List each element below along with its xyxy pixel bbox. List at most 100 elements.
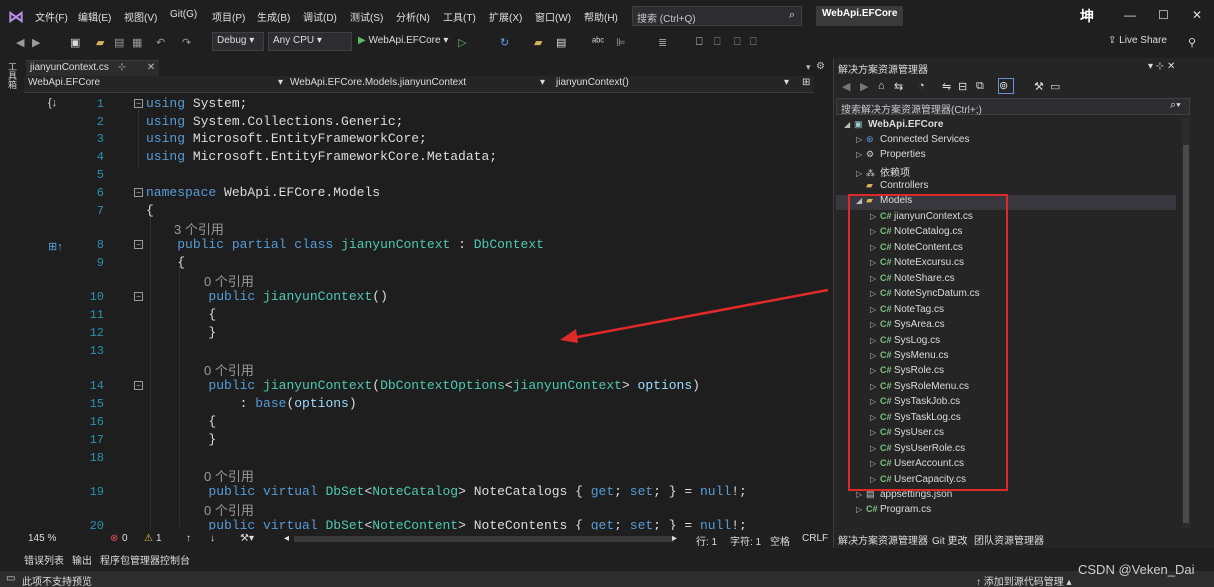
menu-view[interactable]: 视图(V) xyxy=(124,9,157,24)
start-debugging-button[interactable]: ▶ WebApi.EFCore ▾ xyxy=(358,35,448,46)
avatar[interactable]: 坤 xyxy=(1080,6,1094,26)
nav-down-icon[interactable]: ↓ xyxy=(210,533,215,544)
tree-controllers[interactable]: ▰ Controllers xyxy=(856,180,928,195)
collapse-all-icon[interactable]: ⊟ xyxy=(958,80,967,93)
home-icon[interactable]: ⌂ xyxy=(878,80,885,92)
bookmark-clear-icon[interactable]: ⎕ xyxy=(750,36,757,49)
tree-properties[interactable]: ▷ ⚙ Properties xyxy=(856,149,926,164)
undo-icon[interactable]: ↶ xyxy=(156,36,165,49)
close-tab-icon[interactable]: ✕ xyxy=(147,62,155,73)
forward-icon[interactable]: ▶ xyxy=(860,80,868,93)
minimize-icon[interactable]: — xyxy=(1124,8,1136,22)
live-share-button[interactable]: ⇪ Live Share xyxy=(1108,35,1167,46)
save-icon[interactable]: ▤ xyxy=(114,36,124,49)
collapse-icon[interactable]: − xyxy=(134,240,143,249)
panel-menu-icon[interactable]: ▾ ⊹ ✕ xyxy=(1148,61,1175,72)
redo-icon[interactable]: ↷ xyxy=(182,36,191,49)
error-count[interactable]: 0 xyxy=(122,533,128,544)
start-without-debugging-icon[interactable]: ▷ xyxy=(458,36,466,49)
configuration-select[interactable]: Debug ▾ xyxy=(212,32,264,51)
type-nav-select[interactable]: WebApi.EFCore.Models.jianyunContext ▾ xyxy=(290,77,552,92)
tab-output[interactable]: 输出 xyxy=(72,552,92,567)
tree-connected-services[interactable]: ▷ ⊛ Connected Services xyxy=(856,134,970,149)
scrollbar-thumb[interactable] xyxy=(1183,145,1189,523)
settings-icon[interactable]: ⚙ xyxy=(816,61,825,72)
menu-git[interactable]: Git(G) xyxy=(170,9,197,20)
new-item-icon[interactable]: ▣ xyxy=(70,36,80,49)
collapse-icon[interactable]: − xyxy=(134,292,143,301)
menu-debug[interactable]: 调试(D) xyxy=(303,9,337,24)
collapse-icon[interactable]: − xyxy=(134,99,143,108)
switch-views-icon[interactable]: ⇆ xyxy=(894,80,903,93)
collapse-icon[interactable]: − xyxy=(134,381,143,390)
pin-icon[interactable]: ⊹ xyxy=(118,62,126,73)
whitespace-indicator[interactable]: 空格 xyxy=(770,533,790,548)
preview-icon[interactable]: ▭ xyxy=(1050,80,1060,93)
close-icon[interactable]: ✕ xyxy=(1192,8,1202,22)
warning-count[interactable]: 1 xyxy=(156,533,162,544)
tree-project[interactable]: ◢ ▣ WebApi.EFCore xyxy=(844,119,943,134)
overrides-icon[interactable]: ⊞↑ xyxy=(48,240,63,253)
tab-git-changes[interactable]: Git 更改 xyxy=(932,532,968,547)
zoom-level[interactable]: 145 % xyxy=(28,533,56,544)
toolbox-tab[interactable]: 工具箱 xyxy=(6,62,19,89)
char-indicator[interactable]: 字符: 1 xyxy=(730,533,761,548)
save-all-icon[interactable]: ▦ xyxy=(132,36,142,49)
solution-explorer-search[interactable]: 搜索解决方案资源管理器(Ctrl+;) xyxy=(836,98,1190,116)
back-icon[interactable]: ◀ xyxy=(16,36,24,49)
horizontal-scrollbar[interactable] xyxy=(294,536,674,542)
reference-count[interactable]: 0 个引用 xyxy=(204,500,254,519)
menu-build[interactable]: 生成(B) xyxy=(257,9,290,24)
member-nav-select[interactable]: jianyunContext() ▾ xyxy=(556,77,796,92)
show-all-files-icon[interactable]: ⧉ xyxy=(976,80,984,93)
collapse-icon[interactable]: − xyxy=(134,188,143,197)
open-folder-icon[interactable]: ▰ xyxy=(96,36,104,49)
split-icon[interactable]: ⊞ xyxy=(802,77,810,92)
menu-edit[interactable]: 编辑(E) xyxy=(78,9,111,24)
visual-studio-logo-icon[interactable]: ⋈ xyxy=(8,7,28,26)
refresh-icon[interactable]: ↻ xyxy=(500,36,509,49)
tab-error-list[interactable]: 错误列表 xyxy=(24,552,64,567)
line-ending-indicator[interactable]: CRLF xyxy=(802,533,828,544)
nav-up-icon[interactable]: ↑ xyxy=(186,533,191,544)
search-box[interactable]: 搜索 (Ctrl+Q) ⌕ xyxy=(632,6,802,26)
reference-count[interactable]: 0 个引用 xyxy=(204,360,254,379)
cleanup-icon[interactable]: ⚒▾ xyxy=(240,533,254,544)
platform-select[interactable]: Any CPU ▾ xyxy=(268,32,352,51)
line-indicator[interactable]: 行: 1 xyxy=(696,533,717,548)
add-to-source-control[interactable]: ↑ 添加到源代码管理 ▴ xyxy=(976,573,1072,587)
layout-icon[interactable]: ▤ xyxy=(556,36,566,49)
forward-icon[interactable]: ▶ xyxy=(32,36,40,49)
tab-solution-explorer[interactable]: 解决方案资源管理器 xyxy=(838,532,928,547)
properties-icon[interactable]: ⚒ xyxy=(1034,80,1044,93)
filter-icon[interactable]: ⊚ xyxy=(998,78,1014,94)
tab-package-manager-console[interactable]: 程序包管理器控制台 xyxy=(100,552,190,567)
bookmark-next-icon[interactable]: ⎕ xyxy=(734,36,741,49)
folder-icon[interactable]: ▰ xyxy=(534,36,542,49)
tree-appsettings[interactable]: ▷ ▤ appsettings.json xyxy=(856,489,952,504)
align-icon[interactable]: ⊫ xyxy=(616,36,626,49)
project-nav-select[interactable]: WebApi.EFCore ▾ xyxy=(28,77,288,92)
bookmark-prev-icon[interactable]: ⎕ xyxy=(714,36,721,49)
menu-analyze[interactable]: 分析(N) xyxy=(396,9,430,24)
spell-check-icon[interactable]: ᵃᵇᶜ xyxy=(592,36,604,48)
pending-changes-icon[interactable]: ◔ xyxy=(918,80,925,92)
reference-count[interactable]: 0 个引用 xyxy=(204,271,254,290)
menu-project[interactable]: 项目(P) xyxy=(212,9,245,24)
back-icon[interactable]: ◀ xyxy=(842,80,850,93)
scroll-right-icon[interactable]: ▸ xyxy=(672,533,677,544)
menu-extensions[interactable]: 扩展(X) xyxy=(489,9,522,24)
tree-program[interactable]: ▷ C# Program.cs xyxy=(856,504,931,519)
menu-file[interactable]: 文件(F) xyxy=(35,9,68,24)
comment-icon[interactable]: ≣ xyxy=(658,36,667,49)
reference-count[interactable]: 0 个引用 xyxy=(204,466,254,485)
menu-test[interactable]: 测试(S) xyxy=(350,9,383,24)
tree-dependencies[interactable]: ▷ ⁂ 依赖项 xyxy=(856,164,910,179)
bookmark-icon[interactable]: ⎕ xyxy=(696,36,703,49)
tab-team-explorer[interactable]: 团队资源管理器 xyxy=(974,532,1044,547)
document-tab[interactable]: jianyunContext.cs ⊹ ✕ xyxy=(26,60,160,76)
menu-window[interactable]: 窗口(W) xyxy=(535,9,571,24)
menu-tools[interactable]: 工具(T) xyxy=(443,9,476,24)
menu-help[interactable]: 帮助(H) xyxy=(584,9,618,24)
search-icon[interactable]: ⌕▾ xyxy=(1170,99,1181,112)
